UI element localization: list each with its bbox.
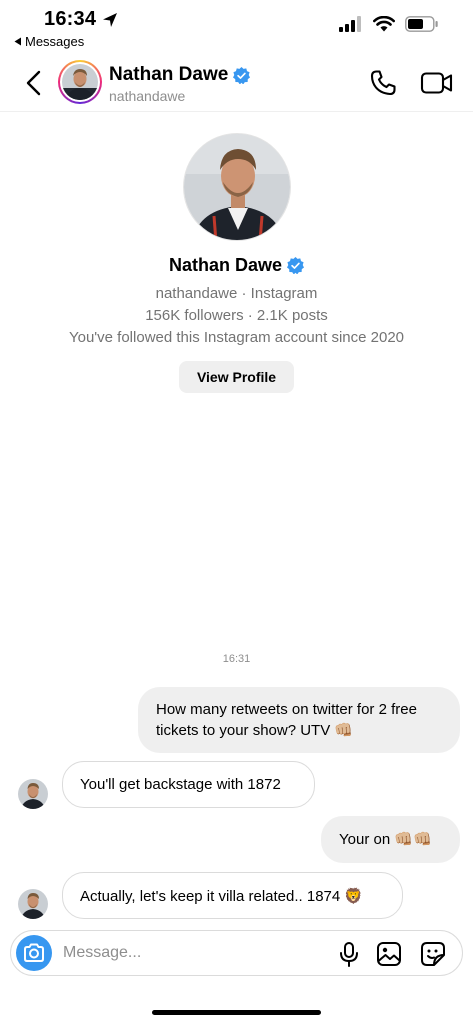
profile-photo-icon xyxy=(18,889,48,919)
battery-icon xyxy=(405,16,438,32)
sender-avatar[interactable] xyxy=(18,889,48,919)
status-time: 16:34 xyxy=(44,8,118,31)
header-avatar[interactable] xyxy=(58,60,102,104)
message-text: Actually, let's keep it villa related.. … xyxy=(80,887,364,905)
message-bubble-outgoing[interactable]: Your on 👊🏼👊🏼 xyxy=(321,816,460,863)
profile-photo-icon xyxy=(18,779,48,809)
profile-card: Nathan Dawe nathandawe · Instagram 156K … xyxy=(0,133,473,393)
signal-icon xyxy=(339,16,361,32)
voice-message-button[interactable] xyxy=(335,940,363,968)
status-back-to-messages[interactable]: Messages xyxy=(14,34,84,49)
status-back-label: Messages xyxy=(25,34,85,49)
message-bubble-incoming[interactable]: You'll get backstage with 1872 xyxy=(62,761,315,808)
profile-name-text: Nathan Dawe xyxy=(168,255,283,275)
profile-follow-since: You've followed this Instagram account s… xyxy=(68,329,405,346)
location-arrow-icon xyxy=(103,12,118,27)
profile-name: Nathan Dawe xyxy=(0,255,473,276)
video-call-button[interactable] xyxy=(420,68,454,98)
image-icon xyxy=(377,942,401,966)
voice-call-button[interactable] xyxy=(368,68,398,98)
message-composer xyxy=(10,930,463,976)
gallery-button[interactable] xyxy=(375,940,403,968)
microphone-icon xyxy=(340,942,358,967)
verified-badge-icon xyxy=(287,257,305,274)
verified-badge-icon xyxy=(233,66,251,84)
message-timestamp: 16:31 xyxy=(222,653,251,665)
video-icon xyxy=(420,72,453,94)
message-text: Your on 👊🏼👊🏼 xyxy=(339,831,432,848)
profile-photo-icon xyxy=(62,64,98,100)
profile-picture[interactable] xyxy=(182,133,291,241)
chat-header: Nathan Dawe nathandawe xyxy=(0,56,473,112)
header-name-text: Nathan Dawe xyxy=(109,64,229,85)
back-button[interactable] xyxy=(18,68,48,98)
message-text: How many retweets on twitter for 2 free … xyxy=(156,701,417,739)
phone-icon xyxy=(370,70,396,96)
sticker-button[interactable] xyxy=(419,940,447,968)
header-username[interactable]: nathandawe xyxy=(109,88,185,104)
sticker-icon xyxy=(421,942,445,966)
home-indicator[interactable] xyxy=(152,1010,321,1015)
profile-photo-icon xyxy=(183,134,290,240)
message-input[interactable] xyxy=(63,939,303,967)
message-text: You'll get backstage with 1872 xyxy=(80,776,281,793)
back-chevron-icon xyxy=(26,70,41,96)
sender-avatar[interactable] xyxy=(18,779,48,809)
view-profile-button[interactable]: View Profile xyxy=(178,361,295,393)
wifi-icon xyxy=(373,16,395,32)
header-name[interactable]: Nathan Dawe xyxy=(109,64,251,86)
profile-stats-line: 156K followers · 2.1K posts xyxy=(145,307,328,324)
profile-username-line: nathandawe · Instagram xyxy=(155,285,318,302)
camera-button[interactable] xyxy=(16,935,52,971)
status-indicators xyxy=(339,16,439,32)
camera-icon xyxy=(24,943,44,962)
status-time-text: 16:34 xyxy=(44,8,97,30)
back-triangle-icon xyxy=(14,37,21,46)
message-bubble-incoming[interactable]: Actually, let's keep it villa related.. … xyxy=(62,872,403,919)
message-bubble-outgoing[interactable]: How many retweets on twitter for 2 free … xyxy=(138,687,460,753)
